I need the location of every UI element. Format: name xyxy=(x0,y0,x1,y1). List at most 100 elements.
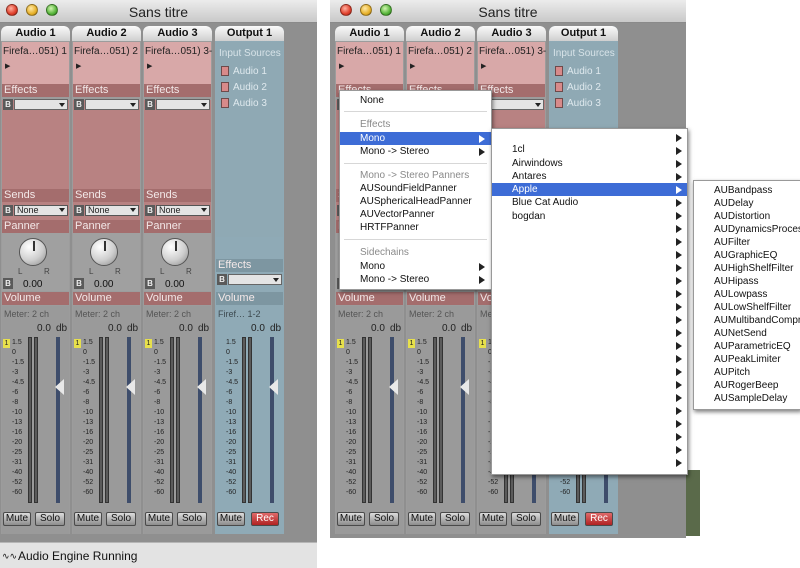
effects-dropdown[interactable] xyxy=(14,99,68,110)
input-source-panel[interactable]: Firefa…051) 3-4 ▶ xyxy=(478,42,546,84)
input-source-panel[interactable]: Firefa…051) 2 ▶ xyxy=(73,42,140,84)
menu-item-apple-effect[interactable]: AUParametricEQ xyxy=(694,340,800,353)
input-source-checkbox[interactable] xyxy=(221,82,229,92)
output-effects-dropdown[interactable] xyxy=(228,274,282,285)
input-source-checkbox[interactable] xyxy=(555,66,563,76)
disclosure-arrow-icon[interactable]: ▶ xyxy=(76,62,81,70)
pan-knob[interactable] xyxy=(90,238,118,266)
solo-button[interactable]: Solo xyxy=(369,512,399,526)
record-button[interactable]: Rec xyxy=(585,512,613,526)
menu-item-apple-effect[interactable]: AUDistortion xyxy=(694,210,800,223)
menu-item-apple-effect[interactable]: AUNetSend xyxy=(694,327,800,340)
mute-button[interactable]: Mute xyxy=(3,512,31,526)
menu-item-apple-effect[interactable]: AUMultibandCompr xyxy=(694,314,800,327)
input-source-panel[interactable]: Firefa…051) 1 ▶ xyxy=(2,42,69,84)
output-bypass-button[interactable]: B xyxy=(217,274,227,285)
solo-button[interactable]: Solo xyxy=(106,512,136,526)
panner-bypass-button[interactable]: B xyxy=(74,278,84,289)
solo-button[interactable]: Solo xyxy=(177,512,207,526)
effects-dropdown[interactable] xyxy=(85,99,139,110)
disclosure-arrow-icon[interactable]: ▶ xyxy=(410,62,415,70)
menu-item-vendor[interactable]: Antares xyxy=(492,170,687,183)
send-dropdown[interactable]: None xyxy=(85,205,139,216)
input-source-panel[interactable]: Firefa…051) 3-4 ▶ xyxy=(144,42,212,84)
input-source-checkbox[interactable] xyxy=(555,82,563,92)
input-source-checkbox[interactable] xyxy=(221,66,229,76)
menu-item-apple-effect[interactable]: AUDynamicsProces xyxy=(694,223,800,236)
solo-button[interactable]: Solo xyxy=(511,512,541,526)
volume-fader-handle[interactable] xyxy=(55,379,64,395)
disclosure-arrow-icon[interactable]: ▶ xyxy=(481,62,486,70)
send-bypass-button[interactable]: B xyxy=(145,205,155,216)
bypass-button[interactable]: B xyxy=(74,99,84,110)
menu-item-apple-effect[interactable]: AULowpass xyxy=(694,288,800,301)
bypass-button[interactable]: B xyxy=(145,99,155,110)
clip-indicator[interactable]: 1 xyxy=(479,339,486,348)
menu-item-sidechain-mono[interactable]: Mono xyxy=(340,260,491,273)
send-bypass-button[interactable]: B xyxy=(74,205,84,216)
clip-indicator[interactable]: 1 xyxy=(145,339,152,348)
mute-button[interactable]: Mute xyxy=(408,512,436,526)
volume-fader-handle[interactable] xyxy=(460,379,469,395)
clip-indicator[interactable]: 1 xyxy=(3,339,10,348)
menu-item-sidechain-mono-stereo[interactable]: Mono -> Stereo xyxy=(340,273,491,286)
pan-knob[interactable] xyxy=(19,238,47,266)
volume-fader-handle[interactable] xyxy=(389,379,398,395)
send-dropdown[interactable]: None xyxy=(156,205,210,216)
submenu-arrow-icon xyxy=(676,329,682,337)
input-source-panel[interactable]: Firefa…051) 1 ▶ xyxy=(336,42,403,84)
effects-dropdown[interactable] xyxy=(156,99,210,110)
menu-item-apple-effect[interactable]: AUBandpass xyxy=(694,184,800,197)
menu-item-apple-effect[interactable]: AUDelay xyxy=(694,197,800,210)
clip-indicator[interactable]: 1 xyxy=(337,339,344,348)
menu-item-mono[interactable]: Mono xyxy=(340,132,491,145)
panner-bypass-button[interactable]: B xyxy=(145,278,155,289)
menu-item-vendor[interactable]: bogdan xyxy=(492,210,687,223)
menu-item-apple-effect[interactable]: AUHipass xyxy=(694,275,800,288)
menu-item-vendor-apple[interactable]: Apple xyxy=(492,183,687,196)
menu-item-apple-effect[interactable]: AULowShelfFilter xyxy=(694,301,800,314)
menu-item-panner[interactable]: AUSoundFieldPanner xyxy=(340,182,491,195)
menu-item-apple-effect[interactable]: AUSampleDelay xyxy=(694,392,800,405)
disclosure-arrow-icon[interactable]: ▶ xyxy=(147,62,152,70)
volume-fader-handle[interactable] xyxy=(197,379,206,395)
input-source-panel[interactable]: Firefa…051) 2 ▶ xyxy=(407,42,474,84)
mute-button[interactable]: Mute xyxy=(479,512,507,526)
menu-item-apple-effect[interactable]: AURogerBeep xyxy=(694,379,800,392)
menu-item-none[interactable]: None xyxy=(340,94,491,107)
menu-item-apple-effect[interactable]: AUGraphicEQ xyxy=(694,249,800,262)
clip-indicator[interactable]: 1 xyxy=(408,339,415,348)
disclosure-arrow-icon[interactable]: ▶ xyxy=(339,62,344,70)
record-button[interactable]: Rec xyxy=(251,512,279,526)
solo-button[interactable]: Solo xyxy=(35,512,65,526)
input-source-checkbox[interactable] xyxy=(555,98,563,108)
solo-button[interactable]: Solo xyxy=(440,512,470,526)
menu-item-vendor[interactable]: Airwindows xyxy=(492,157,687,170)
send-dropdown[interactable]: None xyxy=(14,205,68,216)
menu-item-panner[interactable]: AUSphericalHeadPanner xyxy=(340,195,491,208)
output-mute-button[interactable]: Mute xyxy=(217,512,245,526)
panner-bypass-button[interactable]: B xyxy=(3,278,13,289)
pan-knob[interactable] xyxy=(161,238,189,266)
mute-button[interactable]: Mute xyxy=(74,512,102,526)
menu-item-vendor[interactable]: Blue Cat Audio xyxy=(492,196,687,209)
volume-fader-handle[interactable] xyxy=(269,379,278,395)
mute-button[interactable]: Mute xyxy=(337,512,365,526)
clip-indicator[interactable]: 1 xyxy=(74,339,81,348)
menu-item-apple-effect[interactable]: AUHighShelfFilter xyxy=(694,262,800,275)
mute-button[interactable]: Mute xyxy=(145,512,173,526)
disclosure-arrow-icon[interactable]: ▶ xyxy=(5,62,10,70)
menu-item-mono-stereo[interactable]: Mono -> Stereo xyxy=(340,145,491,158)
menu-item-apple-effect[interactable]: AUPitch xyxy=(694,366,800,379)
volume-fader-handle[interactable] xyxy=(126,379,135,395)
menu-item-apple-effect[interactable]: AUPeakLimiter xyxy=(694,353,800,366)
menu-item-vendor[interactable]: 1cl xyxy=(492,143,687,156)
menu-item-apple-effect[interactable]: AUFilter xyxy=(694,236,800,249)
bypass-button[interactable]: B xyxy=(3,99,13,110)
effects-dropdown[interactable] xyxy=(490,99,544,110)
menu-item-panner[interactable]: AUVectorPanner xyxy=(340,208,491,221)
output-mute-button[interactable]: Mute xyxy=(551,512,579,526)
input-source-checkbox[interactable] xyxy=(221,98,229,108)
send-bypass-button[interactable]: B xyxy=(3,205,13,216)
menu-item-panner[interactable]: HRTFPanner xyxy=(340,221,491,234)
